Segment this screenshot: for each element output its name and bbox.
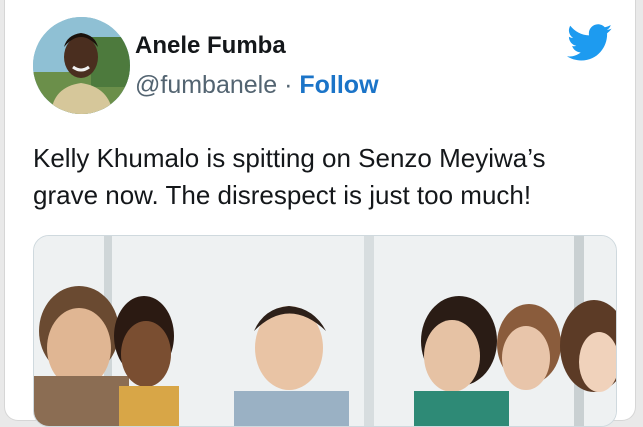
author-name[interactable]: Anele Fumba [135,32,286,60]
handle-row: @fumbanele · Follow [135,71,379,100]
author-avatar[interactable] [33,17,130,114]
separator-dot: · [284,71,293,99]
tweet-photo[interactable] [33,235,617,427]
tweet-card: Anele Fumba @fumbanele · Follow Kelly Kh… [4,0,636,427]
twitter-bird-icon[interactable] [567,24,613,62]
author-handle[interactable]: @fumbanele [135,71,277,99]
tweet-text: Kelly Khumalo is spitting on Senzo Meyiw… [33,143,546,210]
follow-button[interactable]: Follow [299,71,378,99]
